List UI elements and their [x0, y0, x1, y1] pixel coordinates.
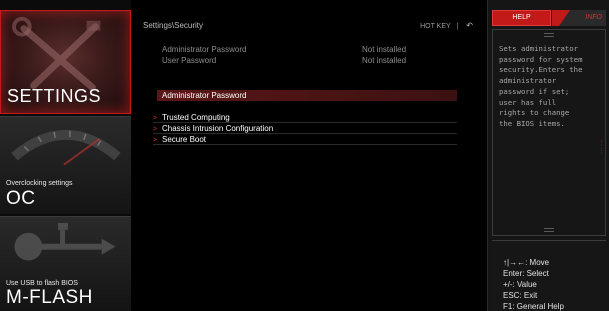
- help-description: Sets administrator password for system s…: [499, 44, 583, 128]
- menu-item-secure-boot[interactable]: > Secure Boot: [153, 135, 457, 145]
- menu-item-label: Trusted Computing: [162, 113, 230, 122]
- menu-item-label: Secure Boot: [162, 135, 207, 144]
- status-row-user: User Password Not installed: [162, 56, 462, 65]
- menu-item-label: Chassis Intrusion Configuration: [162, 124, 274, 133]
- status-row-admin: Administrator Password Not installed: [162, 45, 462, 54]
- help-tabbar: HELP INFO: [492, 10, 606, 26]
- key-legend-line: Enter: Select: [503, 269, 549, 278]
- key-legend-lines: ↑|→←: Move Enter: Select +/-: Value ESC:…: [503, 257, 564, 311]
- status-label: User Password: [162, 56, 217, 65]
- key-legend-line: F1: General Help: [503, 302, 564, 311]
- administrator-password-item[interactable]: Administrator Password: [157, 90, 457, 101]
- status-label: Administrator Password: [162, 45, 247, 54]
- mflash-subtitle: Use USB to flash BIOS: [6, 280, 78, 287]
- help-panel: HELP INFO Sets administrator password fo…: [487, 0, 609, 311]
- hotkey-label[interactable]: HOT KEY: [420, 23, 450, 30]
- settings-tile[interactable]: SETTINGS: [0, 10, 131, 114]
- left-navigation: SETTINGS Overclocking settings OC Use US…: [0, 0, 131, 311]
- key-legend-line: ESC: Exit: [503, 291, 538, 300]
- chevron-right-icon: >: [153, 137, 158, 144]
- breadcrumb: Settings\Security: [143, 21, 204, 30]
- status-value: Not installed: [362, 56, 407, 65]
- tab-help[interactable]: HELP: [492, 10, 551, 26]
- menu-item-trusted-computing[interactable]: > Trusted Computing: [153, 113, 457, 123]
- oc-tile[interactable]: Overclocking settings OC: [0, 116, 131, 214]
- scroll-up-icon[interactable]: [544, 33, 554, 37]
- key-legend: ↑|→←: Move Enter: Select +/-: Value ESC:…: [492, 240, 606, 311]
- hotkey-area: HOT KEY | ↶: [420, 21, 473, 30]
- mflash-tile[interactable]: Use USB to flash BIOS M-FLASH: [0, 216, 131, 311]
- main-content: Settings\Security HOT KEY | ↶ Administra…: [131, 0, 487, 311]
- administrator-password-label: Administrator Password: [162, 91, 247, 100]
- mflash-title: M-FLASH: [6, 287, 93, 308]
- status-value: Not installed: [362, 45, 407, 54]
- scroll-down-icon[interactable]: [544, 228, 554, 232]
- chevron-right-icon: >: [153, 126, 158, 133]
- back-icon[interactable]: ↶: [466, 21, 473, 30]
- menu-item-chassis-intrusion[interactable]: > Chassis Intrusion Configuration: [153, 124, 457, 134]
- help-text-box: Sets administrator password for system s…: [492, 29, 606, 236]
- oc-title: OC: [6, 188, 36, 209]
- chevron-right-icon: >: [153, 115, 158, 122]
- key-legend-line: ↑|→←: Move: [503, 258, 550, 267]
- oc-subtitle: Overclocking settings: [6, 180, 73, 187]
- scroll-indicator-icon: ⋮ ⋮: [598, 140, 605, 155]
- settings-title: SETTINGS: [7, 86, 102, 106]
- hotkey-separator: |: [456, 23, 459, 30]
- key-legend-line: +/-: Value: [503, 280, 537, 289]
